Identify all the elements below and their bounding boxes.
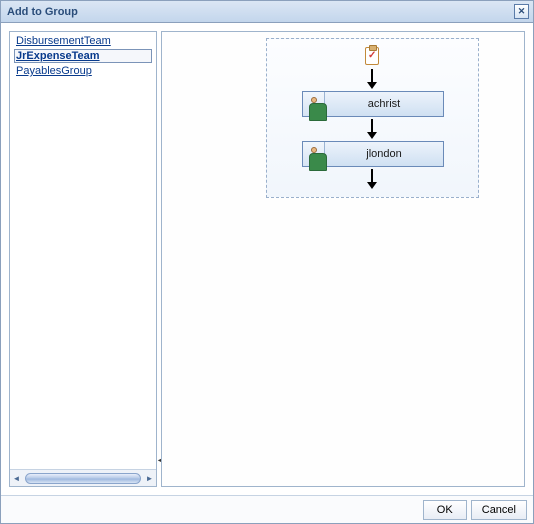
person-icon <box>307 97 321 111</box>
group-list: DisbursementTeam JrExpenseTeam PayablesG… <box>10 32 156 469</box>
flow-arrow-icon <box>371 69 373 83</box>
dialog-body: DisbursementTeam JrExpenseTeam PayablesG… <box>1 23 533 495</box>
group-item-payables[interactable]: PayablesGroup <box>14 64 152 78</box>
flow-node-achrist[interactable]: achrist <box>302 91 444 117</box>
clipboard-check-icon <box>365 47 379 65</box>
node-icon-box <box>303 92 325 116</box>
group-list-panel: DisbursementTeam JrExpenseTeam PayablesG… <box>9 31 157 487</box>
flow-arrow-icon <box>371 119 373 133</box>
flow-node-jlondon[interactable]: jlondon <box>302 141 444 167</box>
flow-selection-box: achrist jlondon <box>266 38 479 198</box>
ok-button[interactable]: OK <box>423 500 467 520</box>
scroll-thumb[interactable] <box>25 473 141 484</box>
titlebar: Add to Group ✕ <box>1 1 533 23</box>
dialog-footer: OK Cancel <box>1 495 533 523</box>
horizontal-scrollbar[interactable]: ◄ ► <box>10 469 156 486</box>
cancel-button[interactable]: Cancel <box>471 500 527 520</box>
close-button[interactable]: ✕ <box>514 4 529 19</box>
scroll-right-arrow-icon[interactable]: ► <box>143 471 156 486</box>
node-icon-box <box>303 142 325 166</box>
scroll-left-arrow-icon[interactable]: ◄ <box>10 471 23 486</box>
flow-canvas[interactable]: achrist jlondon <box>161 31 525 487</box>
close-icon: ✕ <box>518 6 526 17</box>
scroll-track[interactable] <box>23 471 143 486</box>
add-to-group-dialog: Add to Group ✕ DisbursementTeam JrExpens… <box>0 0 534 524</box>
flow-arrow-icon <box>371 169 373 183</box>
node-label: achrist <box>325 98 443 110</box>
node-label: jlondon <box>325 148 443 160</box>
group-item-jrexpense[interactable]: JrExpenseTeam <box>14 49 152 63</box>
start-node[interactable] <box>365 47 381 67</box>
group-item-disbursement[interactable]: DisbursementTeam <box>14 34 152 48</box>
dialog-title: Add to Group <box>7 6 78 18</box>
person-icon <box>307 147 321 161</box>
